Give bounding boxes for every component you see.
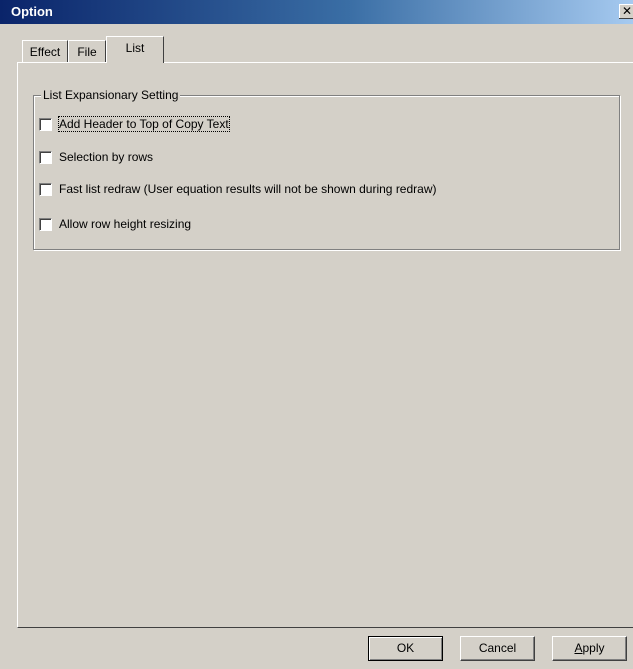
option-fast-list-redraw[interactable]: Fast list redraw (User equation results … [39,181,437,197]
option-add-header[interactable]: Add Header to Top of Copy Text [39,116,230,132]
option-dialog: Option ✕ Effect File List List Expansion… [0,0,633,669]
ok-button[interactable]: OK [368,636,443,661]
apply-label-rest: pply [582,641,605,655]
tab-list[interactable]: List [106,36,164,63]
row-height-resizing-checkbox[interactable] [39,217,52,231]
close-icon: ✕ [621,4,633,18]
title-bar[interactable]: Option ✕ [0,0,633,24]
window-title: Option [11,4,53,19]
fast-list-redraw-label[interactable]: Fast list redraw (User equation results … [59,182,437,196]
close-button[interactable]: ✕ [619,4,633,19]
selection-by-rows-label[interactable]: Selection by rows [59,150,153,164]
selection-by-rows-checkbox[interactable] [39,150,52,164]
option-row-height-resizing[interactable]: Allow row height resizing [39,216,191,232]
apply-button[interactable]: Apply [552,636,627,661]
add-header-checkbox[interactable] [39,117,52,131]
fast-list-redraw-checkbox[interactable] [39,182,52,196]
add-header-label[interactable]: Add Header to Top of Copy Text [58,116,230,132]
row-height-resizing-label[interactable]: Allow row height resizing [59,217,191,231]
tab-file[interactable]: File [68,40,106,62]
group-legend: List Expansionary Setting [41,88,181,102]
apply-accelerator: A [574,641,583,655]
option-selection-by-rows[interactable]: Selection by rows [39,149,153,165]
cancel-button[interactable]: Cancel [460,636,535,661]
tab-effect[interactable]: Effect [22,40,68,62]
